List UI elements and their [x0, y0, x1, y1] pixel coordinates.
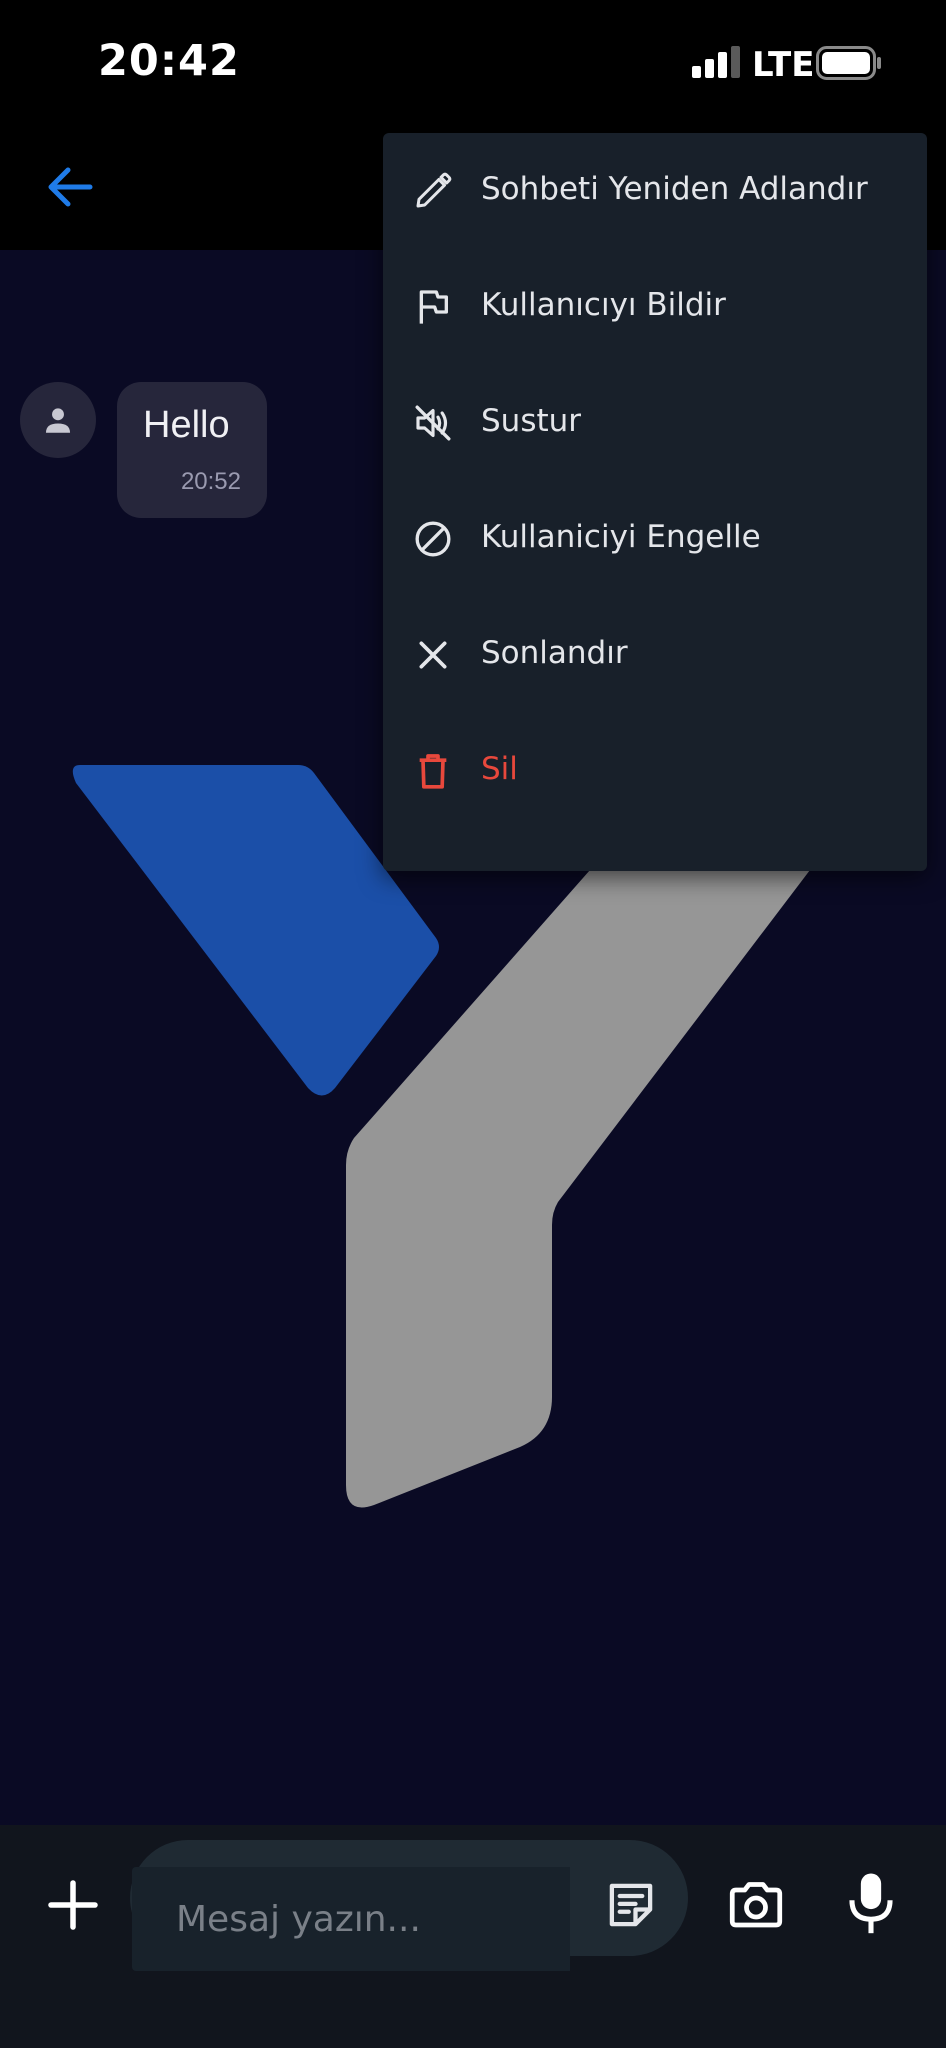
menu-item-label: Kullaniciyi Engelle — [481, 519, 761, 555]
sticker-note-icon — [609, 1883, 653, 1927]
menu-item-label: Sil — [481, 751, 518, 787]
message-text: Hello — [143, 404, 230, 446]
battery-icon — [816, 46, 881, 80]
menu-item-end[interactable]: Sonlandır — [383, 597, 927, 713]
close-icon — [419, 641, 447, 669]
message-bubble[interactable]: Hello 20:52 — [117, 382, 267, 518]
menu-item-label: Sohbeti Yeniden Adlandır — [481, 171, 868, 207]
microphone-icon — [849, 1873, 893, 1934]
menu-item-rename[interactable]: Sohbeti Yeniden Adlandır — [383, 133, 927, 249]
arrow-left-icon — [48, 167, 93, 207]
back-button[interactable] — [40, 157, 100, 217]
person-icon — [45, 408, 71, 433]
attach-button[interactable] — [45, 1877, 101, 1933]
message-composer — [0, 1825, 946, 2048]
microphone-button[interactable] — [845, 1871, 897, 1937]
status-bar: 20:42 LTE — [0, 0, 946, 125]
plus-icon — [48, 1880, 98, 1930]
signal-icon — [692, 46, 740, 78]
message-input[interactable] — [132, 1867, 570, 1971]
chat-options-menu: Sohbeti Yeniden Adlandır Kullanıcıyı Bil… — [383, 133, 927, 871]
menu-item-mute[interactable]: Sustur — [383, 365, 927, 481]
input-container — [130, 1840, 688, 1971]
block-icon — [415, 521, 451, 557]
message-time: 20:52 — [180, 468, 241, 495]
trash-icon — [419, 754, 447, 789]
sticker-button[interactable] — [604, 1878, 658, 1932]
status-time: 20:42 — [98, 36, 240, 86]
menu-item-report[interactable]: Kullanıcıyı Bildir — [383, 249, 927, 365]
menu-item-block[interactable]: Kullaniciyi Engelle — [383, 481, 927, 597]
menu-item-label: Kullanıcıyı Bildir — [481, 287, 726, 323]
network-type: LTE — [752, 45, 815, 85]
camera-icon — [729, 1882, 783, 1928]
volume-off-icon — [415, 405, 451, 441]
menu-item-delete[interactable]: Sil — [383, 713, 927, 829]
avatar[interactable] — [20, 382, 96, 458]
menu-item-label: Sonlandır — [481, 635, 628, 671]
pencil-icon — [416, 172, 452, 208]
menu-item-label: Sustur — [481, 403, 582, 439]
flag-icon — [419, 290, 448, 324]
camera-button[interactable] — [726, 1875, 786, 1935]
